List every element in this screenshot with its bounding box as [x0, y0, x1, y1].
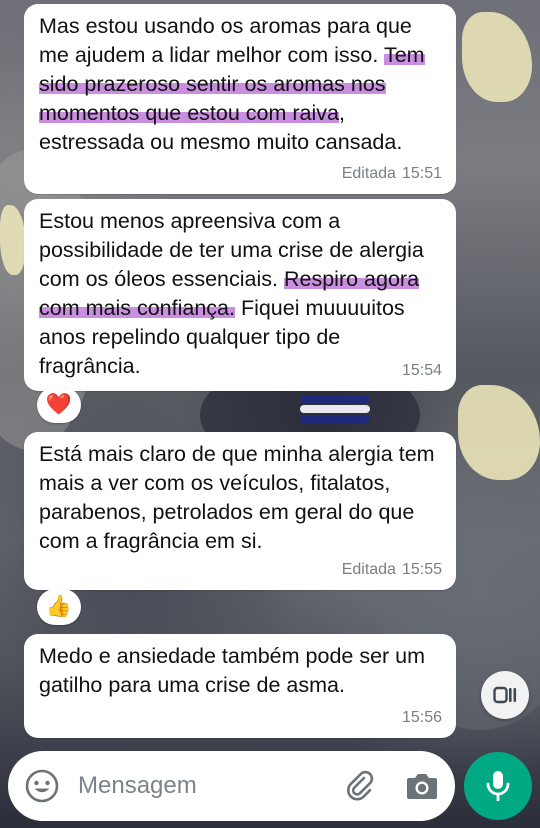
message-bubble[interactable]: Está mais claro de que minha alergia tem…: [24, 432, 456, 590]
message-time: 15:54: [401, 362, 442, 379]
message-text: Está mais claro de que minha alergia tem…: [39, 442, 435, 553]
paperclip-icon[interactable]: [343, 769, 377, 803]
view-once-icon: [493, 686, 517, 704]
camera-icon[interactable]: [405, 770, 439, 802]
message-meta: Editada 15:51: [342, 159, 442, 188]
message-bubble[interactable]: Medo e ansiedade também pode ser um gati…: [24, 634, 456, 738]
message-time: 15:51: [401, 165, 442, 182]
edited-label: Editada: [341, 165, 396, 182]
message-meta: Editada 15:55: [342, 555, 442, 584]
message-bubble[interactable]: Mas estou usando os aromas para que me a…: [24, 4, 456, 194]
thumbs-up-reaction[interactable]: 👍: [37, 589, 81, 625]
message-meta: 15:56: [402, 703, 442, 732]
heart-reaction[interactable]: ❤️: [37, 387, 81, 423]
message-composer: Mensagem: [8, 751, 455, 821]
heart-icon: ❤️: [45, 393, 73, 416]
message-time: 15:55: [401, 561, 442, 578]
message-bubble[interactable]: Estou menos apreensiva com a possibilida…: [24, 199, 456, 391]
message-text: Medo e ansiedade também pode ser um gati…: [39, 644, 426, 697]
message-text: Estou menos apreensiva com a possibilida…: [39, 209, 424, 378]
mic-icon: [486, 771, 510, 801]
view-once-button[interactable]: [481, 671, 529, 719]
message-meta: 15:54: [402, 356, 442, 385]
emoji-icon[interactable]: [24, 768, 60, 804]
message-text: Mas estou usando os aromas para que me a…: [39, 14, 425, 154]
edited-label: Editada: [341, 561, 396, 578]
thumbs-up-icon: 👍: [45, 595, 73, 618]
mic-button[interactable]: [464, 752, 532, 820]
message-input[interactable]: Mensagem: [78, 772, 343, 800]
message-time: 15:56: [401, 709, 442, 726]
